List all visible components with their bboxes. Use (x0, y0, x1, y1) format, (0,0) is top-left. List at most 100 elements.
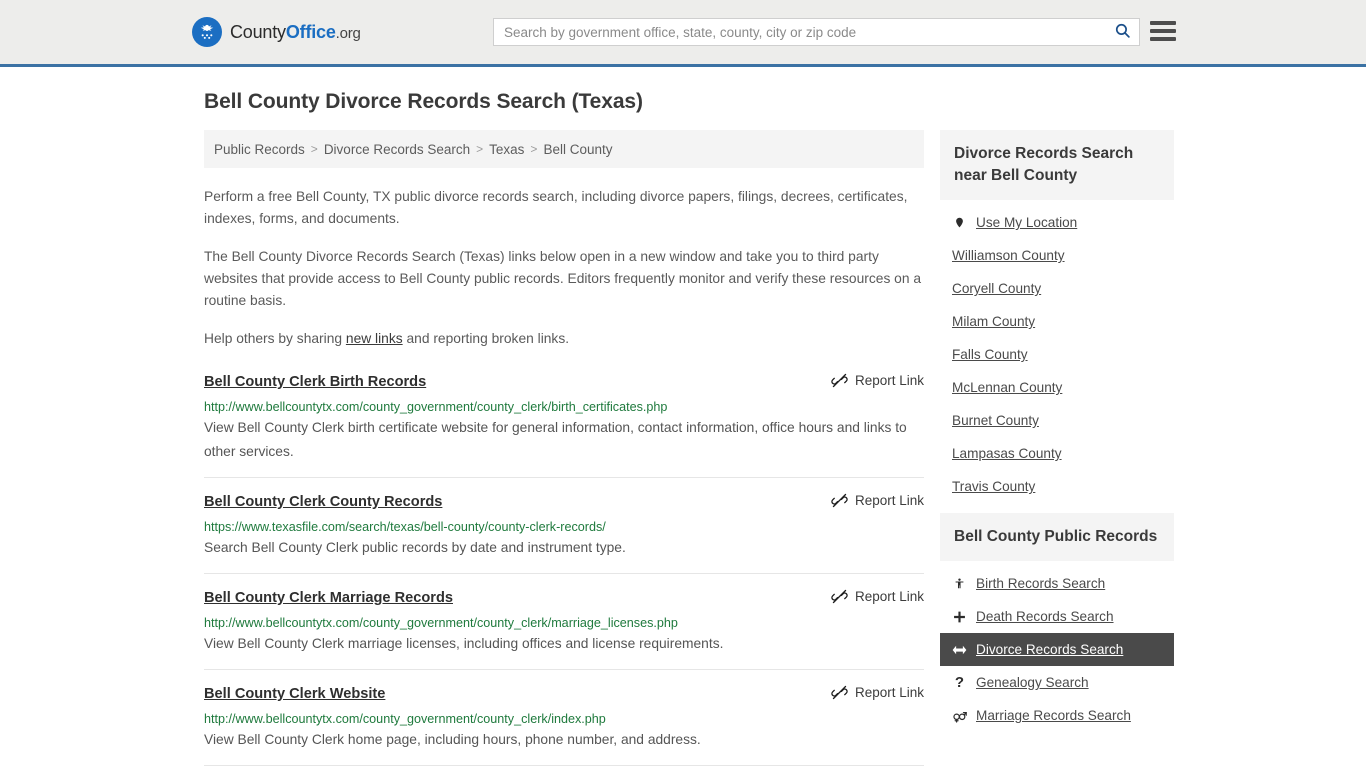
brand-part-office: Office (285, 21, 336, 42)
sidebar-item-birth-records-search[interactable]: Birth Records Search (940, 567, 1174, 600)
intro-p3-before: Help others by sharing (204, 331, 346, 346)
result-description: View Bell County Clerk marriage licenses… (204, 636, 724, 651)
brand-part-county: County (230, 21, 286, 42)
sidebar-item-label: Genealogy Search (976, 675, 1089, 690)
hamburger-menu-icon[interactable] (1150, 19, 1176, 43)
page-title: Bell County Divorce Records Search (Texa… (204, 90, 643, 113)
sidebar-item-label: Milam County (952, 314, 1036, 329)
result-header: Bell County Clerk Marriage Records Repor… (204, 588, 924, 608)
result-header: Bell County Clerk Birth Records Report L… (204, 372, 924, 392)
result-title-link[interactable]: Bell County Clerk Website (204, 684, 385, 704)
intro-p3-after: and reporting broken links. (402, 331, 570, 346)
sidebar-item-label: Travis County (952, 479, 1036, 494)
cross-icon (952, 610, 967, 624)
sidebar-item-label: McLennan County (952, 380, 1063, 395)
intro-paragraph-3: Help others by sharing new links and rep… (204, 328, 924, 350)
search-button[interactable] (1105, 19, 1139, 45)
search-input[interactable] (494, 19, 1105, 45)
map-pin-icon (952, 215, 967, 230)
eagle-seal-icon (192, 17, 222, 47)
breadcrumb-separator: > (476, 142, 484, 156)
broken-link-icon (831, 588, 848, 605)
breadcrumb-item-texas[interactable]: Texas (489, 142, 524, 157)
report-link-button[interactable]: Report Link (831, 684, 924, 701)
intro-paragraph-2: The Bell County Divorce Records Search (… (204, 249, 922, 308)
result-url[interactable]: http://www.bellcountytx.com/county_gover… (204, 712, 924, 726)
broken-link-icon (831, 372, 848, 389)
question-mark-icon: ? (954, 674, 965, 691)
report-link-button[interactable]: Report Link (831, 492, 924, 509)
sidebar-item-milam-county[interactable]: Milam County (940, 305, 1174, 338)
menu-bar-1 (1150, 21, 1176, 25)
intro-text: Perform a free Bell County, TX public di… (204, 186, 924, 350)
result-url[interactable]: http://www.bellcountytx.com/county_gover… (204, 400, 924, 414)
sidebar-item-genealogy-search[interactable]: ? Genealogy Search (940, 666, 1174, 699)
report-link-button[interactable]: Report Link (831, 372, 924, 389)
search-icon (1114, 22, 1131, 42)
public-records-list: Birth Records Search Death Records Searc… (940, 561, 1174, 732)
sidebar: Divorce Records Search near Bell County … (940, 130, 1174, 768)
sidebar-item-travis-county[interactable]: Travis County (940, 470, 1174, 503)
menu-bar-3 (1150, 37, 1176, 41)
site-logo-text: CountyOffice.org (230, 22, 361, 43)
page-container: Bell County Divorce Records Search (Texa… (0, 90, 1366, 768)
sidebar-item-label: Birth Records Search (976, 576, 1106, 591)
menu-bar-2 (1150, 29, 1176, 33)
breadcrumb-separator: > (530, 142, 538, 156)
breadcrumb-item-bell-county[interactable]: Bell County (543, 142, 612, 157)
sidebar-item-label: Coryell County (952, 281, 1042, 296)
breadcrumb-item-public-records[interactable]: Public Records (214, 142, 305, 157)
result-title-link[interactable]: Bell County Clerk County Records (204, 492, 442, 512)
search-bar[interactable] (493, 18, 1140, 46)
sidebar-item-use-my-location[interactable]: Use My Location (940, 206, 1174, 239)
breadcrumb-item-divorce-records-search[interactable]: Divorce Records Search (324, 142, 470, 157)
sidebar-item-marriage-records-search[interactable]: Marriage Records Search (940, 699, 1174, 732)
result-header: Bell County Clerk Website Report Link (204, 684, 924, 704)
sidebar-item-label: Marriage Records Search (976, 708, 1131, 723)
report-link-label: Report Link (854, 685, 924, 700)
sidebar-item-falls-county[interactable]: Falls County (940, 338, 1174, 371)
main-column: Public Records > Divorce Records Search … (204, 130, 924, 768)
result-description: View Bell County Clerk birth certificate… (204, 420, 907, 459)
result-item: Bell County Clerk Marriage Records Repor… (204, 588, 924, 670)
sidebar-item-label: Divorce Records Search (976, 642, 1124, 657)
public-records-heading: Bell County Public Records (940, 513, 1174, 561)
left-right-arrow-icon (952, 644, 967, 656)
nearby-counties-heading: Divorce Records Search near Bell County (940, 130, 1174, 200)
nearby-counties-list: Use My Location Williamson County Coryel… (940, 200, 1174, 503)
result-title-link[interactable]: Bell County Clerk Marriage Records (204, 588, 453, 608)
sidebar-item-burnet-county[interactable]: Burnet County (940, 404, 1174, 437)
sidebar-item-label: Lampasas County (952, 446, 1062, 461)
new-links-link[interactable]: new links (346, 331, 403, 346)
sidebar-item-death-records-search[interactable]: Death Records Search (940, 600, 1174, 633)
result-title-link[interactable]: Bell County Clerk Birth Records (204, 372, 426, 392)
baby-icon (952, 576, 967, 591)
report-link-button[interactable]: Report Link (831, 588, 924, 605)
sidebar-item-label: Falls County (952, 347, 1028, 362)
broken-link-icon (831, 684, 848, 701)
result-description: View Bell County Clerk home page, includ… (204, 732, 701, 747)
public-records-card: Bell County Public Records Birth Records… (940, 513, 1174, 732)
report-link-label: Report Link (854, 493, 924, 508)
site-logo[interactable]: CountyOffice.org (192, 17, 361, 47)
broken-link-icon (831, 492, 848, 509)
result-item: Bell County Clerk Website Report Link ht… (204, 684, 924, 766)
sidebar-item-williamson-county[interactable]: Williamson County (940, 239, 1174, 272)
breadcrumb: Public Records > Divorce Records Search … (204, 130, 924, 168)
content-columns: Public Records > Divorce Records Search … (204, 130, 1174, 768)
sidebar-item-mclennan-county[interactable]: McLennan County (940, 371, 1174, 404)
sidebar-item-label: Williamson County (952, 248, 1065, 263)
result-url[interactable]: http://www.bellcountytx.com/county_gover… (204, 616, 924, 630)
sidebar-item-lampasas-county[interactable]: Lampasas County (940, 437, 1174, 470)
result-header: Bell County Clerk County Records Report … (204, 492, 924, 512)
sidebar-item-divorce-records-search[interactable]: Divorce Records Search (940, 633, 1174, 666)
intro-paragraph-1: Perform a free Bell County, TX public di… (204, 189, 908, 226)
sidebar-item-label: Burnet County (952, 413, 1039, 428)
result-item: Bell County Clerk Birth Records Report L… (204, 372, 924, 478)
report-link-label: Report Link (854, 373, 924, 388)
sidebar-item-coryell-county[interactable]: Coryell County (940, 272, 1174, 305)
result-description: Search Bell County Clerk public records … (204, 540, 626, 555)
result-url[interactable]: https://www.texasfile.com/search/texas/b… (204, 520, 924, 534)
site-header: CountyOffice.org (0, 0, 1366, 67)
breadcrumb-separator: > (310, 142, 318, 156)
